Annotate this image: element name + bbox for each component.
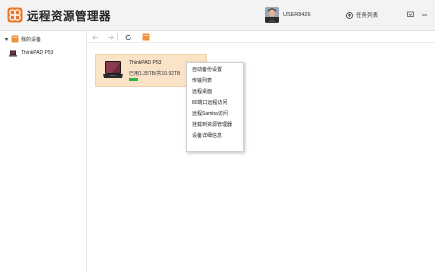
- forward-icon: [107, 34, 114, 40]
- refresh-icon: [125, 34, 131, 40]
- avatar[interactable]: [265, 7, 279, 23]
- back-button[interactable]: [91, 33, 99, 41]
- sidebar: 我的设备 ThinkPAD P53: [0, 31, 87, 272]
- username: USER8426: [283, 12, 311, 18]
- menu-item-remote-desktop[interactable]: 远程桌面: [187, 87, 243, 98]
- expand-arrow-icon[interactable]: [3, 36, 9, 42]
- device-folder-icon: [142, 33, 150, 41]
- minimize-button[interactable]: [420, 10, 429, 19]
- refresh-button[interactable]: [124, 33, 132, 41]
- title-bar: 远程资源管理器 USER8426 任务列表: [0, 0, 435, 31]
- app-logo-icon: [7, 7, 23, 23]
- menu-item-port-80-remote-access[interactable]: 80端口远程访问: [187, 98, 243, 109]
- back-icon: [91, 34, 98, 40]
- menu-item-transfer-list[interactable]: 传输列表: [187, 76, 243, 87]
- device-folder-icon: [11, 35, 19, 43]
- toolbar: [87, 31, 435, 43]
- task-list-label: 任务列表: [356, 13, 379, 19]
- sidebar-device-label: ThinkPAD P53: [21, 50, 54, 56]
- menu-button[interactable]: [406, 10, 415, 19]
- sidebar-item-device[interactable]: ThinkPAD P53: [9, 49, 53, 57]
- menu-item-device-details[interactable]: 设备详细信息: [187, 131, 243, 142]
- laptop-icon: [9, 50, 17, 56]
- task-list-icon: [346, 11, 353, 19]
- device-folder-button[interactable]: [142, 33, 150, 41]
- forward-button[interactable]: [106, 33, 114, 41]
- device-usage-text: 已用1.35TB/共10.92TB: [129, 71, 181, 77]
- context-menu: 自动备份设置 传输列表 远程桌面 80端口远程访问 远程Samba访问 挂载到资…: [186, 62, 244, 152]
- menu-item-auto-backup-settings[interactable]: 自动备份设置: [187, 65, 243, 76]
- app-title: 远程资源管理器: [27, 9, 111, 23]
- sidebar-item-my-devices[interactable]: 我的设备: [3, 34, 41, 44]
- toolbar-divider: [117, 33, 118, 41]
- task-list-button[interactable]: 任务列表: [346, 9, 378, 21]
- menu-item-mount-to-explorer[interactable]: 挂载到资源管理器: [187, 120, 243, 131]
- menu-icon: [407, 11, 414, 17]
- sidebar-root-label: 我的设备: [21, 36, 42, 43]
- menu-item-remote-samba-access[interactable]: 远程Samba访问: [187, 109, 243, 120]
- device-name: ThinkPAD P53: [129, 60, 162, 66]
- minimize-icon: [422, 14, 427, 16]
- storage-usage-bar: [129, 78, 138, 81]
- laptop-icon: [103, 61, 123, 78]
- storage-usage-fill: [129, 78, 138, 81]
